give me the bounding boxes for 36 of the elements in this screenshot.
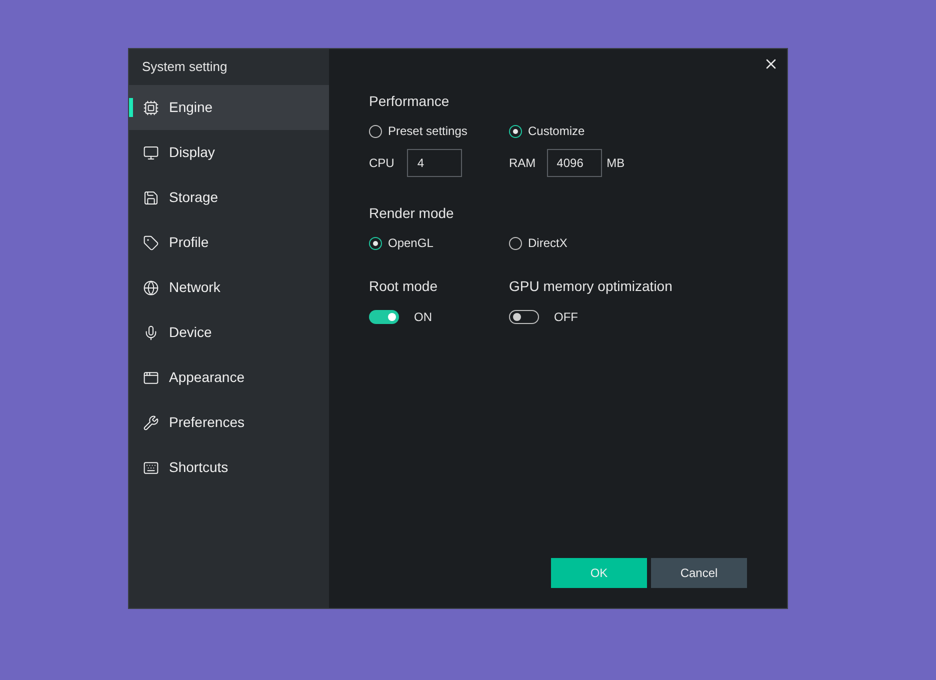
radio-option[interactable]: Customize (509, 122, 585, 140)
section-title: Root mode (369, 277, 438, 296)
section-title: Render mode (369, 204, 455, 223)
radio-option[interactable]: OpenGL (369, 234, 434, 252)
radio-option[interactable]: Preset settings (369, 122, 468, 140)
sidebar-item[interactable]: Engine (129, 85, 329, 130)
monitor-icon (143, 144, 159, 160)
window-title: System setting (142, 58, 228, 76)
sidebar-item[interactable]: Network (129, 265, 329, 310)
toggle-state-label: OFF (554, 309, 578, 326)
sidebar-item[interactable]: Appearance (129, 355, 329, 400)
globe-icon (143, 280, 159, 296)
sidebar-item[interactable]: Device (129, 310, 329, 355)
field-label: CPU (369, 155, 394, 172)
sidebar-item[interactable]: Profile (129, 220, 329, 265)
field-label: RAM (509, 155, 536, 172)
keyboard-icon (143, 460, 159, 476)
section-title: Performance (369, 92, 450, 111)
cpu-icon (143, 100, 159, 116)
toggle-state-label: ON (414, 309, 432, 326)
cpu-field[interactable]: 4 (407, 149, 462, 177)
sidebar-item[interactable]: Shortcuts (129, 445, 329, 490)
sidebar-item[interactable]: Preferences (129, 400, 329, 445)
ram-field[interactable]: 4096 (546, 149, 602, 177)
unit-label: MB (606, 155, 625, 172)
radio-option[interactable]: DirectX (509, 234, 568, 252)
sidebar-item[interactable]: Storage (129, 175, 329, 220)
window-icon (143, 370, 159, 386)
section-title: GPU memory optimization (509, 277, 672, 296)
tag-icon (143, 234, 159, 250)
cancel-button[interactable]: Cancel (651, 558, 747, 588)
wrench-icon (143, 414, 159, 430)
microphone-icon (143, 324, 159, 340)
toggle-switch[interactable] (369, 310, 399, 324)
toggle-switch[interactable] (509, 310, 539, 324)
sidebar-item[interactable]: Display (129, 130, 329, 175)
